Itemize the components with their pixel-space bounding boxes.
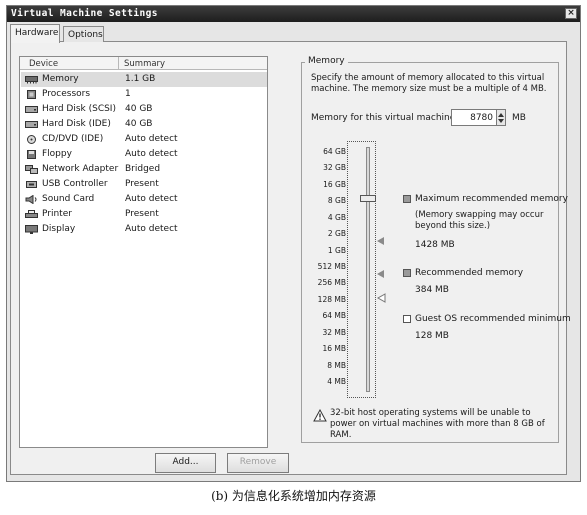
device-list-header: Device Summary (20, 57, 267, 70)
tab-hardware[interactable]: Hardware (10, 24, 60, 43)
device-row-network-adapter[interactable]: Network Adapter Bridged (21, 162, 267, 177)
memory-size-input[interactable]: 8780 (451, 109, 497, 126)
close-icon[interactable]: × (565, 8, 577, 19)
device-list[interactable]: Device Summary Memory 1.1 GB Processors … (19, 56, 268, 448)
device-row-processors[interactable]: Processors 1 (21, 87, 267, 102)
scale-label: 128 MB (317, 295, 346, 304)
add-button[interactable]: Add... (155, 453, 216, 473)
memory-spinner[interactable] (496, 109, 506, 126)
device-summary: 40 GB (125, 119, 153, 129)
device-row-usb-controller[interactable]: USB Controller Present (21, 177, 267, 192)
recommended-marker-icon (377, 270, 384, 278)
slider-focus-box (347, 141, 376, 398)
device-name: CD/DVD (IDE) (42, 134, 104, 144)
device-row-printer[interactable]: Printer Present (21, 207, 267, 222)
max-recommended-value: 1428 MB (415, 240, 455, 250)
scale-label: 64 GB (323, 147, 346, 156)
spin-down-icon[interactable] (498, 119, 504, 123)
device-name: Sound Card (42, 194, 95, 204)
processor-icon (27, 90, 36, 99)
device-name: Floppy (42, 149, 72, 159)
scale-label: 512 MB (317, 262, 346, 271)
device-summary: 40 GB (125, 104, 153, 114)
device-summary: 1 (125, 89, 131, 99)
max-recommended-note: (Memory swapping may occur beyond this s… (415, 210, 544, 231)
minimum-legend-icon (403, 315, 411, 323)
scale-label: 4 MB (327, 377, 346, 386)
scale-label: 256 MB (317, 278, 346, 287)
memory-slider-track[interactable] (366, 147, 370, 392)
device-row-display[interactable]: Display Auto detect (21, 222, 267, 237)
usb-icon (26, 181, 37, 188)
device-row-floppy[interactable]: Floppy Auto detect (21, 147, 267, 162)
memory-group-title: Memory (305, 56, 348, 66)
device-name: Memory (42, 74, 79, 84)
device-summary: Present (125, 209, 159, 219)
memory-description: Specify the amount of memory allocated t… (311, 73, 547, 94)
device-summary: Bridged (125, 164, 161, 174)
hard-disk-icon (25, 106, 38, 113)
device-summary: Present (125, 179, 159, 189)
device-row-sound-card[interactable]: Sound Card Auto detect (21, 192, 267, 207)
minimum-marker-icon (377, 293, 386, 303)
scale-label: 32 GB (323, 163, 346, 172)
scale-label: 16 MB (322, 344, 346, 353)
cd-dvd-icon (27, 135, 36, 144)
max-recommended-title: Maximum recommended memory (415, 194, 568, 204)
tab-options[interactable]: Options (63, 26, 104, 42)
hard-disk-icon (25, 121, 38, 128)
device-name: Hard Disk (SCSI) (42, 104, 116, 114)
column-divider[interactable] (118, 57, 119, 70)
spin-up-icon[interactable] (498, 113, 504, 117)
recommended-value: 384 MB (415, 285, 449, 295)
device-name: Network Adapter (42, 164, 119, 174)
device-summary: Auto detect (125, 194, 178, 204)
figure-caption: (b) 为信息化系统增加内存资源 (211, 489, 376, 503)
minimum-title: Guest OS recommended minimum (415, 314, 571, 324)
memory-size-value: 8780 (470, 113, 493, 123)
device-name: Display (42, 224, 76, 234)
device-summary: Auto detect (125, 149, 178, 159)
device-row-hard-disk-ide[interactable]: Hard Disk (IDE) 40 GB (21, 117, 267, 132)
scale-label: 2 GB (327, 229, 346, 238)
recommended-title: Recommended memory (415, 268, 524, 278)
scale-label: 8 GB (327, 196, 346, 205)
scale-label: 8 MB (327, 361, 346, 370)
max-recommended-legend-icon (403, 195, 411, 203)
column-header-device[interactable]: Device (29, 59, 58, 69)
scale-label: 32 MB (322, 328, 346, 337)
device-name: Printer (42, 209, 72, 219)
minimum-value: 128 MB (415, 331, 449, 341)
device-name: Processors (42, 89, 91, 99)
memory-warning-text: 32-bit host operating systems will be un… (330, 408, 545, 440)
warning-icon (313, 409, 327, 422)
display-icon (25, 225, 38, 234)
device-name: USB Controller (42, 179, 108, 189)
recommended-legend-icon (403, 269, 411, 277)
device-row-cd-dvd[interactable]: CD/DVD (IDE) Auto detect (21, 132, 267, 147)
title-bar: Virtual Machine Settings × (7, 6, 580, 22)
scale-label: 16 GB (323, 180, 346, 189)
device-summary: Auto detect (125, 224, 178, 234)
device-name: Hard Disk (IDE) (42, 119, 111, 129)
device-row-hard-disk-scsi[interactable]: Hard Disk (SCSI) 40 GB (21, 102, 267, 117)
scale-label: 4 GB (327, 213, 346, 222)
device-summary: Auto detect (125, 134, 178, 144)
memory-field-label: Memory for this virtual machine: (311, 113, 459, 123)
window-title: Virtual Machine Settings (11, 8, 158, 19)
column-header-summary[interactable]: Summary (124, 59, 165, 69)
device-summary: 1.1 GB (125, 74, 156, 84)
printer-icon (25, 210, 38, 218)
device-row-memory[interactable]: Memory 1.1 GB (21, 72, 267, 87)
network-adapter-icon (25, 165, 38, 174)
sound-card-icon (25, 195, 37, 204)
remove-button[interactable]: Remove (227, 453, 289, 473)
memory-icon (25, 76, 38, 84)
scale-label: 64 MB (322, 311, 346, 320)
floppy-icon (27, 150, 36, 159)
memory-slider-thumb[interactable] (360, 195, 376, 202)
scale-label: 1 GB (327, 246, 346, 255)
max-recommended-marker-icon (377, 237, 384, 245)
memory-unit: MB (512, 113, 526, 123)
